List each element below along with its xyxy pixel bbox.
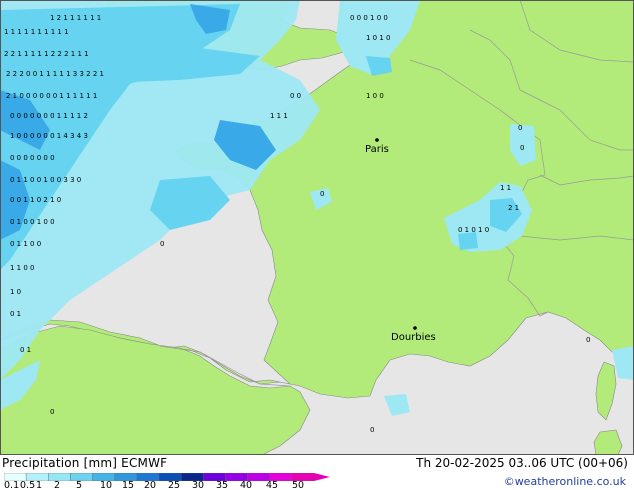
svg-text:0 1 1 0 0 1 0 0 3 3 0: 0 1 1 0 0 1 0 0 3 3 0 — [10, 176, 81, 184]
svg-text:0: 0 — [520, 144, 524, 152]
colorbar-tick-label: 2 — [54, 480, 61, 490]
svg-text:0 1: 0 1 — [10, 310, 21, 318]
svg-text:1 1 1: 1 1 1 — [270, 112, 288, 120]
city-label-paris: Paris — [365, 144, 389, 155]
colorbar-tick-label: 20 — [144, 480, 157, 490]
svg-text:1 0 0: 1 0 0 — [366, 92, 384, 100]
colorbar-tick-label: 15 — [122, 480, 135, 490]
svg-text:0 0 0 0 0 0 0: 0 0 0 0 0 0 0 — [10, 154, 55, 162]
svg-text:1 1 1 1 1 1 1 1 1 1: 1 1 1 1 1 1 1 1 1 1 — [4, 28, 69, 36]
forecast-datetime: Th 20-02-2025 03..06 UTC (00+06) — [416, 456, 628, 470]
svg-text:0: 0 — [320, 190, 324, 198]
svg-text:1 0 1 0: 1 0 1 0 — [366, 34, 391, 42]
colorbar-tick-label: 25 — [168, 480, 181, 490]
svg-text:1 0: 1 0 — [10, 288, 21, 296]
svg-text:1 1: 1 1 — [500, 184, 511, 192]
colorbar-tick-label: 50 — [292, 480, 305, 490]
colorbar-tick-label: 5 — [76, 480, 83, 490]
svg-text:1 2 1 1 1 1 1 1: 1 2 1 1 1 1 1 1 — [50, 14, 101, 22]
svg-text:0: 0 — [160, 240, 164, 248]
colorbar-tick-label: 0.5 — [20, 480, 36, 490]
svg-text:1 0 0 0 0 0 0 1 4 3 4 3: 1 0 0 0 0 0 0 1 4 3 4 3 — [10, 132, 88, 140]
svg-text:2 1 0 0 0 0 0 0 1 1 1 1 1 1: 2 1 0 0 0 0 0 0 1 1 1 1 1 1 — [6, 92, 97, 100]
svg-text:0: 0 — [370, 426, 374, 434]
svg-text:0 1 1 0 0: 0 1 1 0 0 — [10, 240, 41, 248]
svg-text:2 2 1 1 1 1 1 2 2 2 1 1 1: 2 2 1 1 1 1 1 2 2 2 1 1 1 — [4, 50, 89, 58]
svg-text:0: 0 — [50, 408, 54, 416]
precipitation-map[interactable]: 1 2 1 1 1 1 1 1 1 1 1 1 1 1 1 1 1 1 2 2 … — [0, 0, 634, 455]
svg-text:0 0 1 1 0 2 1 0: 0 0 1 1 0 2 1 0 — [10, 196, 61, 204]
colorbar-tick-label: 45 — [266, 480, 279, 490]
colorbar-overflow-arrow — [314, 473, 330, 481]
legend-title: Precipitation [mm] ECMWF — [2, 456, 168, 470]
colorbar-tick-label: 35 — [216, 480, 229, 490]
colorbar-tick-label: 10 — [100, 480, 113, 490]
svg-text:0 0 0 1 0 0: 0 0 0 1 0 0 — [350, 14, 388, 22]
svg-text:0 1 0 0 1 0 0: 0 1 0 0 1 0 0 — [10, 218, 55, 226]
colorbar-tick-label: 30 — [192, 480, 205, 490]
svg-text:0 1 0 1 0: 0 1 0 1 0 — [458, 226, 489, 234]
svg-text:1 1 0 0: 1 1 0 0 — [10, 264, 35, 272]
svg-text:0: 0 — [586, 336, 590, 344]
map-viewer: 1 2 1 1 1 1 1 1 1 1 1 1 1 1 1 1 1 1 2 2 … — [0, 0, 634, 490]
colorbar-tick-label: 40 — [240, 480, 253, 490]
svg-text:2 2 2 0 0 1 1 1 1 1 3 3 2 2 1: 2 2 2 0 0 1 1 1 1 1 3 3 2 2 1 — [6, 70, 104, 78]
colorbar-tick-label: 0.1 — [4, 480, 20, 490]
map-footer: Precipitation [mm] ECMWF Th 20-02-2025 0… — [0, 455, 634, 490]
svg-text:0: 0 — [518, 124, 522, 132]
site-credit[interactable]: ©weatheronline.co.uk — [504, 475, 626, 488]
city-label-dourbies: Dourbies — [391, 332, 436, 343]
svg-text:0 0: 0 0 — [290, 92, 301, 100]
svg-text:0 0 0 0 0 0 0 1 1 1 1 2: 0 0 0 0 0 0 0 1 1 1 1 2 — [10, 112, 88, 120]
colorbar-tick-label: 1 — [36, 480, 43, 490]
svg-text:2 1: 2 1 — [508, 204, 519, 212]
svg-text:0 1: 0 1 — [20, 346, 31, 354]
